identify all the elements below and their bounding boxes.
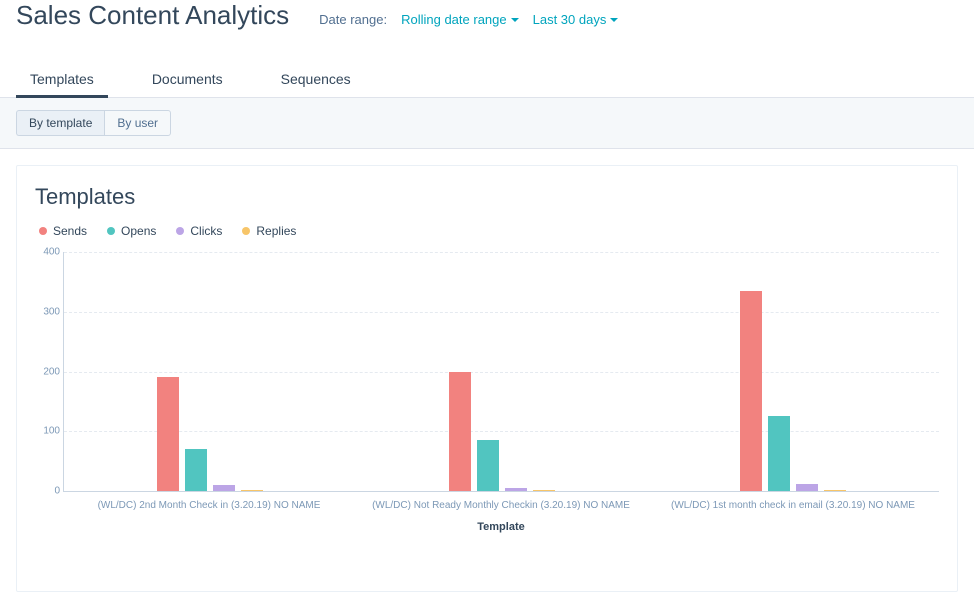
date-range-block: Date range: Rolling date range Last 30 d… xyxy=(319,12,618,27)
y-axis-tick: 0 xyxy=(36,486,60,497)
legend-item: Sends xyxy=(39,224,87,238)
legend-dot xyxy=(39,227,47,235)
chevron-down-icon xyxy=(610,18,618,22)
legend-dot xyxy=(107,227,115,235)
chart-bar[interactable] xyxy=(213,485,235,491)
chart-bar[interactable] xyxy=(740,291,762,491)
chart-bar[interactable] xyxy=(768,416,790,491)
segment-by-user[interactable]: By user xyxy=(104,110,171,136)
header: Sales Content Analytics Date range: Roll… xyxy=(0,0,974,41)
date-range-label: Date range: xyxy=(319,12,387,27)
card-title: Templates xyxy=(35,184,939,210)
tabs: Templates Documents Sequences xyxy=(0,41,974,98)
chart-bar[interactable] xyxy=(533,490,555,491)
x-axis-tick-label: (WL/DC) Not Ready Monthly Checkin (3.20.… xyxy=(355,500,647,511)
date-range-window-dropdown[interactable]: Last 30 days xyxy=(533,12,619,27)
x-axis-tick-label: (WL/DC) 1st month check in email (3.20.1… xyxy=(647,500,939,511)
legend-dot xyxy=(176,227,184,235)
chart-group xyxy=(356,252,648,491)
chart-plot: 0100200300400 xyxy=(63,252,939,492)
legend-item: Clicks xyxy=(176,224,222,238)
segment-by-template[interactable]: By template xyxy=(16,110,104,136)
chevron-down-icon xyxy=(511,18,519,22)
legend-label: Replies xyxy=(256,224,296,238)
chart-bar[interactable] xyxy=(449,372,471,492)
page-title: Sales Content Analytics xyxy=(16,0,289,31)
y-axis-tick: 400 xyxy=(36,247,60,258)
legend-dot xyxy=(242,227,250,235)
y-axis-tick: 300 xyxy=(36,306,60,317)
chart-x-labels: (WL/DC) 2nd Month Check in (3.20.19) NO … xyxy=(63,500,939,511)
tab-templates[interactable]: Templates xyxy=(16,61,108,97)
legend-item: Opens xyxy=(107,224,156,238)
legend-item: Replies xyxy=(242,224,296,238)
chart-bar[interactable] xyxy=(185,449,207,491)
date-range-mode-value: Rolling date range xyxy=(401,12,507,27)
templates-chart-card: Templates Sends Opens Clicks Replies 010… xyxy=(16,165,958,592)
chart-bar[interactable] xyxy=(505,488,527,491)
legend-label: Sends xyxy=(53,224,87,238)
date-range-window-value: Last 30 days xyxy=(533,12,607,27)
x-axis-tick-label: (WL/DC) 2nd Month Check in (3.20.19) NO … xyxy=(63,500,355,511)
chart-legend: Sends Opens Clicks Replies xyxy=(35,224,939,238)
tab-documents[interactable]: Documents xyxy=(138,61,237,97)
chart-bar[interactable] xyxy=(477,440,499,491)
chart-x-axis-title: Template xyxy=(63,521,939,533)
chart-group xyxy=(64,252,356,491)
chart-zone: 0100200300400 (WL/DC) 2nd Month Check in… xyxy=(35,252,939,573)
chart-bar[interactable] xyxy=(157,377,179,491)
y-axis-tick: 100 xyxy=(36,426,60,437)
subbar: By template By user xyxy=(0,98,974,149)
date-range-mode-dropdown[interactable]: Rolling date range xyxy=(401,12,519,27)
tab-sequences[interactable]: Sequences xyxy=(267,61,365,97)
legend-label: Clicks xyxy=(190,224,222,238)
y-axis-tick: 200 xyxy=(36,366,60,377)
legend-label: Opens xyxy=(121,224,156,238)
chart-bar[interactable] xyxy=(241,490,263,491)
chart-group xyxy=(647,252,939,491)
chart-bar[interactable] xyxy=(796,484,818,491)
view-by-segment: By template By user xyxy=(16,110,171,136)
chart-groups xyxy=(64,252,939,491)
chart-bar[interactable] xyxy=(824,490,846,491)
